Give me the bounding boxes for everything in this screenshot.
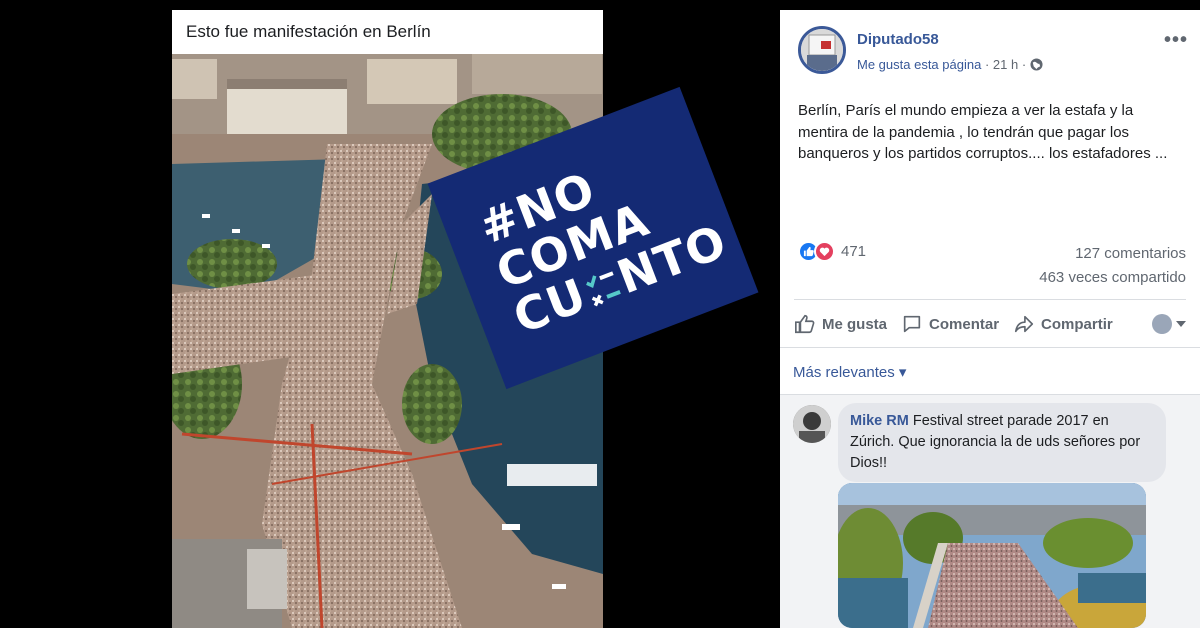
commenter-avatar[interactable] [793,405,831,443]
divider [794,299,1186,300]
comment-author-link[interactable]: Mike RM [850,413,909,429]
comment-bubble-icon [903,315,921,333]
post-meta: Me gusta esta página · 21 h · [857,57,1043,72]
divider [780,347,1200,348]
post-as-selector[interactable] [1152,314,1186,334]
share-button[interactable]: Compartir [1013,313,1113,335]
comments-section: Mike RM Festival street parade 2017 en Z… [780,395,1200,628]
like-label: Me gusta [822,315,888,333]
comments-count-link[interactable]: 127 comentarios [1039,242,1186,266]
photo-caption: Esto fue manifestación en Berlín [172,10,603,54]
shares-count-link[interactable]: 463 veces compartido [1039,266,1186,290]
engagement-counts: 127 comentarios 463 veces compartido [1039,242,1186,290]
like-button[interactable]: Me gusta [794,313,887,335]
reactions-summary[interactable]: 471 [798,240,866,262]
user-avatar [1152,314,1172,334]
post-header: Diputado58 Me gusta esta página · 21 h ·… [798,26,1188,86]
reaction-count: 471 [841,242,867,260]
comment-label: Comentar [929,315,1000,333]
love-reaction-icon [814,240,835,262]
share-label: Compartir [1041,315,1113,333]
post-text: Berlín, París el mundo empieza a ver la … [798,102,1168,162]
more-options-button[interactable]: ••• [1164,29,1188,52]
facebook-post-panel: Diputado58 Me gusta esta página · 21 h ·… [780,10,1200,628]
meta-separator: · [984,57,990,72]
screenshot: Esto fue manifestación en Berlín #NO COM… [0,0,1200,628]
page-avatar[interactable] [798,26,846,74]
caret-down-icon [1176,321,1186,327]
share-arrow-icon [1014,315,1034,333]
comment-button[interactable]: Comentar [901,313,999,335]
thumbs-up-icon [795,314,815,334]
comment-photo[interactable] [838,483,1146,628]
post-actions-bar: Me gusta Comentar Compartir [794,307,1186,341]
comment-sort-dropdown[interactable]: Más relevantes ▾ [793,363,906,381]
comment-bubble: Mike RM Festival street parade 2017 en Z… [838,403,1166,482]
globe-icon [1030,58,1043,71]
post-time[interactable]: 21 h [993,57,1018,72]
like-page-link[interactable]: Me gusta esta página [857,57,981,72]
page-name-link[interactable]: Diputado58 [857,31,939,48]
meta-separator: · [1021,57,1027,72]
